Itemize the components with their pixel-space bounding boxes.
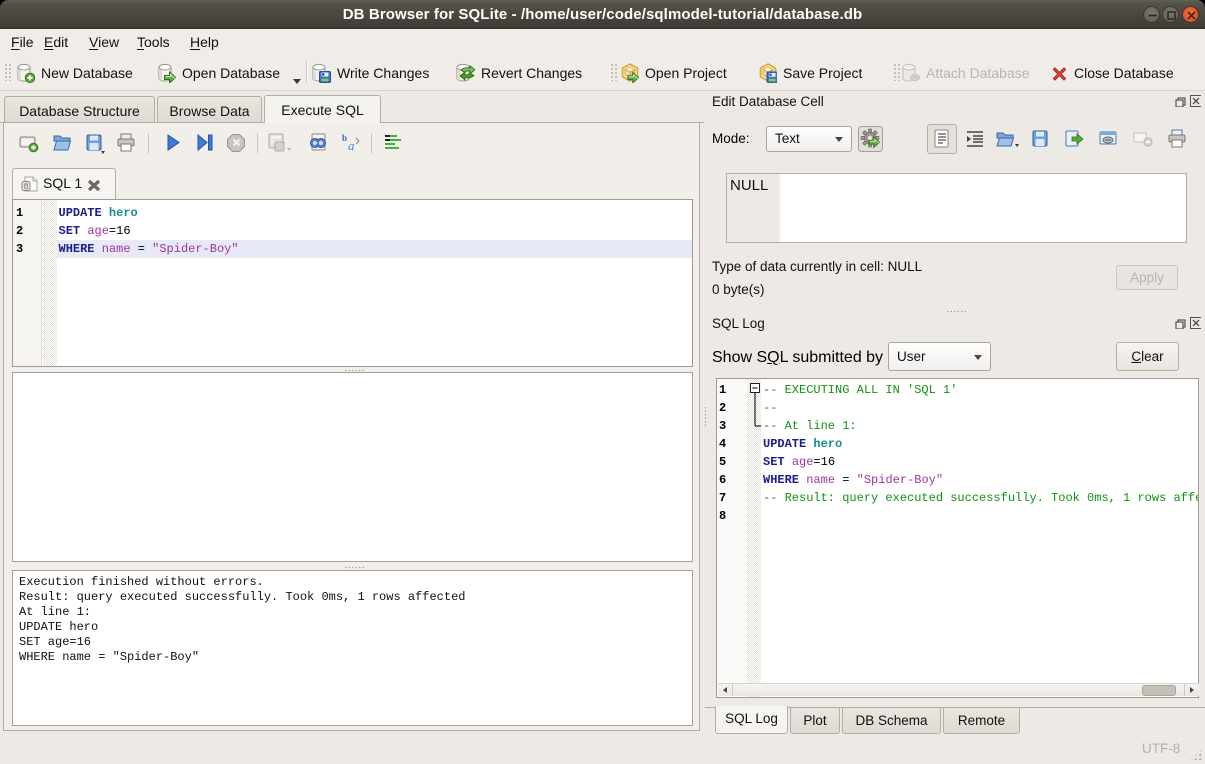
svg-text:b: b — [342, 133, 347, 143]
svg-text:a: a — [348, 138, 355, 153]
